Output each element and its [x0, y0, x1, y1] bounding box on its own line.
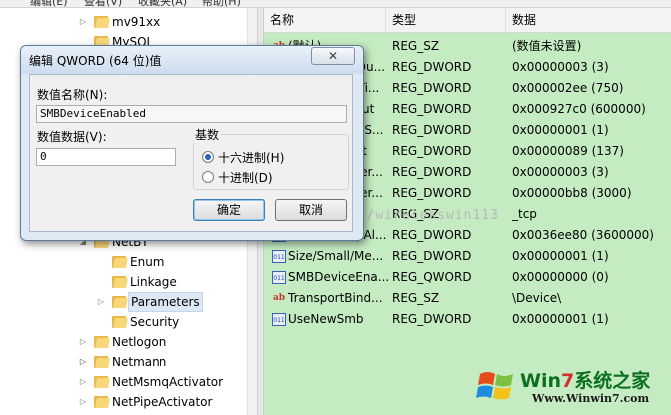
- value-data-field[interactable]: 0: [36, 148, 176, 166]
- close-button[interactable]: ✕: [311, 47, 355, 65]
- value-type-cell: REG_DWORD: [392, 102, 472, 116]
- menu-favorites[interactable]: 收藏夹(A): [138, 0, 187, 7]
- folder-icon: [94, 395, 110, 408]
- radio-decimal[interactable]: [202, 171, 214, 183]
- value-name-cell: TransportBind...: [288, 291, 383, 305]
- windows-flag-icon: [476, 372, 513, 400]
- value-data-cell: 0x00000001 (1): [512, 312, 609, 326]
- value-type-cell: REG_SZ: [392, 291, 440, 305]
- radio-decimal-label[interactable]: 十进制(D): [218, 169, 273, 186]
- tree-item-label: Enum: [130, 255, 165, 269]
- tree-item-label: Security: [130, 315, 180, 329]
- menu-edit[interactable]: 编辑(E): [30, 0, 68, 7]
- value-row[interactable]: 011 UseNewSmb REG_DWORD 0x00000001 (1): [264, 309, 671, 330]
- column-header-name[interactable]: 名称: [264, 8, 386, 32]
- expand-arrow-icon[interactable]: ▷: [78, 372, 88, 392]
- column-header-type[interactable]: 类型: [386, 8, 506, 32]
- tree-item-label: NetMsmqActivator: [112, 375, 224, 389]
- value-data-cell: 0x0036ee80 (3600000): [512, 228, 654, 242]
- value-data-cell: 0x00000089 (137): [512, 144, 624, 158]
- value-type-cell: REG_DWORD: [392, 312, 472, 326]
- folder-icon: [94, 335, 110, 348]
- value-data-cell: 0x00000bb8 (3000): [512, 186, 632, 200]
- value-type-cell: REG_DWORD: [392, 228, 472, 242]
- value-data-cell: (数值未设置): [512, 39, 582, 53]
- value-name-cell: Size/Small/Me...: [288, 249, 384, 263]
- edit-qword-dialog: 编辑 QWORD (64 位)值 ✕ 数值名称(N): SMBDeviceEna…: [20, 45, 364, 241]
- tree-item-label: mv91xx: [112, 15, 161, 29]
- value-data-cell: 0x00000000 (0): [512, 270, 609, 284]
- dialog-title: 编辑 QWORD (64 位)值: [29, 54, 162, 68]
- value-type-cell: REG_DWORD: [392, 123, 472, 137]
- binary-value-icon: 011: [272, 313, 286, 326]
- value-data-cell: \Device\: [512, 291, 562, 305]
- cancel-button[interactable]: 取消: [275, 199, 347, 221]
- menu-bar: 编辑(E) 查看(V) 收藏夹(A) 帮助(H): [0, 0, 671, 8]
- value-data-cell: 0x000927c0 (600000): [512, 102, 646, 116]
- tree-item-label: Linkage: [130, 275, 177, 289]
- binary-value-icon: 011: [272, 271, 286, 284]
- folder-icon: [94, 375, 110, 388]
- folder-icon: [94, 355, 110, 368]
- value-data-cell: 0x000002ee (750): [512, 81, 624, 95]
- logo-url: Www.Winwin7.com: [532, 392, 650, 405]
- expand-arrow-icon[interactable]: ▷: [78, 332, 88, 352]
- radio-hex-label[interactable]: 十六进制(H): [218, 149, 284, 166]
- value-type-cell: REG_QWORD: [392, 270, 472, 284]
- menu-help[interactable]: 帮助(H): [202, 0, 241, 7]
- expand-arrow-icon[interactable]: ▷: [96, 292, 106, 312]
- values-header: 名称 类型 数据: [264, 8, 671, 33]
- value-name-cell: SMBDeviceEna...: [288, 270, 388, 284]
- menu-view[interactable]: 查看(V): [84, 0, 122, 7]
- value-type-cell: REG_DWORD: [392, 81, 472, 95]
- logo-brand: Win7系统之家: [520, 370, 651, 392]
- value-data-cell: 0x00000001 (1): [512, 123, 609, 137]
- expand-arrow-icon[interactable]: ▷: [78, 12, 88, 32]
- value-data-cell: 0x00000003 (3): [512, 60, 609, 74]
- dialog-titlebar[interactable]: 编辑 QWORD (64 位)值 ✕: [21, 46, 363, 74]
- expand-arrow-icon[interactable]: ▷: [78, 392, 88, 412]
- string-value-icon: ab: [272, 293, 286, 303]
- value-data-label: 数值数据(V):: [37, 130, 107, 144]
- tree-item-label: Netman: [112, 352, 160, 372]
- value-row[interactable]: 011 Size/Small/Me... REG_DWORD 0x00000001 (…: [264, 246, 671, 267]
- binary-value-icon: 011: [272, 250, 286, 263]
- folder-icon: [112, 315, 128, 328]
- value-data-cell: _tcp: [512, 207, 537, 221]
- value-row[interactable]: ab TransportBind... REG_SZ \Device\: [264, 288, 671, 309]
- folder-icon: [94, 15, 110, 28]
- value-row[interactable]: 011 SMBDeviceEna... REG_QWORD 0x00000000 (0…: [264, 267, 671, 288]
- base-group-title: 基数: [193, 126, 222, 143]
- folder-icon: [112, 255, 128, 268]
- value-type-cell: REG_DWORD: [392, 165, 472, 179]
- tree-item-label: NetPipeActivator: [112, 395, 213, 409]
- dialog-body: 数值名称(N): SMBDeviceEnabled 数值数据(V): 0 基数 …: [29, 74, 353, 232]
- tree-item-label: Parameters: [128, 292, 203, 312]
- value-type-cell: REG_SZ: [392, 39, 440, 53]
- folder-icon: [112, 295, 128, 308]
- column-header-data[interactable]: 数据: [506, 8, 671, 32]
- value-name-field[interactable]: SMBDeviceEnabled: [36, 105, 347, 123]
- win7-logo: Win7系统之家 Www.Winwin7.com: [470, 362, 671, 415]
- folder-icon: [112, 275, 128, 288]
- expand-arrow-icon[interactable]: ▷: [78, 352, 88, 372]
- value-type-cell: REG_DWORD: [392, 186, 472, 200]
- value-type-cell: REG_DWORD: [392, 60, 472, 74]
- value-type-cell: REG_DWORD: [392, 249, 472, 263]
- value-type-cell: REG_DWORD: [392, 144, 472, 158]
- value-name-label: 数值名称(N):: [37, 88, 108, 102]
- tree-item-label: Netlogon: [112, 335, 167, 349]
- value-data-cell: 0x00000001 (1): [512, 249, 609, 263]
- radio-hex[interactable]: [202, 151, 214, 163]
- value-name-cell: UseNewSmb: [288, 312, 364, 326]
- ok-button[interactable]: 确定: [193, 199, 265, 221]
- value-data-cell: 0x00000003 (3): [512, 165, 609, 179]
